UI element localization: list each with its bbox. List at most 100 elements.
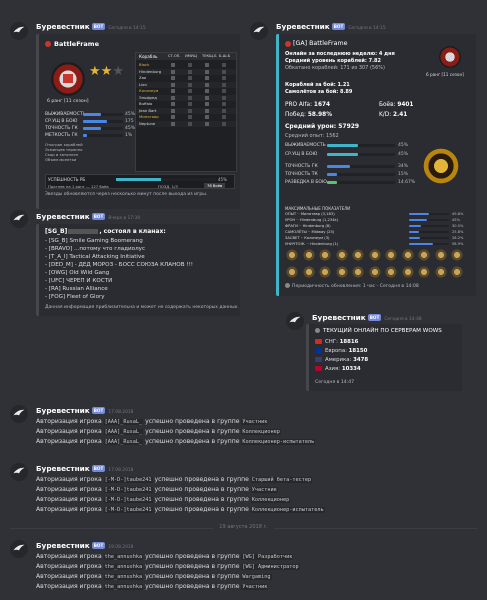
bot-name[interactable]: Буревестник BOT 17.08.2018 [36,464,133,473]
bot-avatar[interactable] [286,312,304,330]
timestamp: Сегодня в 14:15 [108,26,146,31]
bot-name[interactable]: Буревестник BOT 19.08.2018 [36,541,133,550]
achievement-icon [384,248,398,262]
bot-avatar[interactable] [10,210,28,228]
table-cell-mark [222,95,226,100]
table-row: Lion [136,81,236,88]
bot-badge: BOT [91,407,106,414]
bot-avatar[interactable] [250,22,268,40]
clan-item: - [BRAVO] ...потому что гладиолус [45,246,146,252]
ship-name: Zao [139,75,147,80]
auth-line: Авторизация игрока the_annushka успешно … [36,583,269,590]
emblem-center [63,74,73,83]
max-bar-fill [409,213,429,215]
success-panel: УСПЕШНОСТЬ РБ 45% Прогнев на 1 ранг — 12… [45,174,235,189]
player-name: [GA] BattleFrame [293,40,348,47]
group-name: Участник [250,487,278,493]
table-cell-mark [205,76,209,80]
table-cell-mark [188,69,192,74]
max-row: ЗАСВЕТ ·· Колизеум (3) [285,236,330,240]
stat-bar [327,165,395,168]
stat-bar [83,127,123,130]
qual-label: ПОЗД. 1/3 [158,184,178,189]
max-pct: 28.2% [452,236,464,240]
stat-bar [327,181,395,184]
table-cell-mark [222,63,226,67]
table-cell-mark [171,102,175,106]
bot-name[interactable]: Буревестник BOT Сегодня в 14:15 [36,22,146,31]
stat-bar [83,113,123,116]
achievement-icon [384,265,398,279]
clans-embed: [SG_B], состоял в кланах: - [SG_B] Smile… [36,224,240,316]
auth-prefix: Авторизация игрока [36,583,104,590]
info-line: Онлайн за последнюю неделю: 4 дня [285,51,395,57]
player-name: [AAA]_RusaL_ [103,419,144,425]
info-line: Самолётов за бой: 8.89 [285,89,353,95]
rank-stars-icon: ★★★ [89,64,124,79]
max-bar [409,213,449,215]
max-pct: 25.8% [452,230,464,234]
bot-name[interactable]: Буревестник BOT Вчера в 17:30 [36,212,140,221]
commander-medal-icon [419,144,463,188]
ship-name: Минотавр [139,114,159,119]
auth-prefix: Авторизация игрока [36,506,104,513]
auth-mid: успешно проведена в группе [143,553,242,560]
server-online: 18150 [348,348,368,354]
achievement-icon [285,265,299,279]
table-cell-mark [222,82,226,87]
max-pct: 30.5% [452,224,464,228]
table-cell-mark [188,63,192,67]
table-cell-mark [171,76,175,80]
table-row: Zao [136,75,236,81]
bot-avatar[interactable] [10,540,28,558]
auth-mid: успешно проведена в группе [143,438,242,445]
auth-mid: успешно проведена в группе [143,428,242,435]
max-row: УРОН ·· Hindenburg (1,234k) [285,218,339,222]
discord-page: Буревестник BOT Сегодня в 14:15 BattleFram… [0,0,487,600]
group-name: Участник [241,584,269,590]
table-cell-mark [222,76,226,80]
achievement-icon [400,265,415,279]
table-cell-mark [188,121,192,126]
max-row: ОПЫТ ·· Минотавр (3,183) [285,212,335,216]
stat-label: ВЫЖИВАЕМОСТЬ [45,112,86,117]
achievement-icon [334,265,349,279]
progress-label: Прогнев на 1 ранг — 127 боёв [48,184,109,189]
clan-item: - [T_A_I] Tactical Attacking Initiative [45,254,145,260]
table-cell-mark [171,95,175,100]
bot-badge: BOT [91,465,106,472]
bot-name[interactable]: Буревестник BOT 17.08.2018 [36,406,133,415]
achievement-icon [400,248,415,262]
clan-item: - [FOG] Fleet of Glory [45,294,105,300]
stat-label: МЕТКОСТЬ ГК [45,133,78,138]
bird-icon [13,409,25,416]
bot-avatar[interactable] [10,22,28,40]
table-cell-mark [222,89,226,93]
clan-item: - [DED_M] - ДЕД МОРОЗ - БОСС СОЮЗА КЛАНО… [45,262,194,268]
flag-icon [315,357,322,362]
table-cell-mark [171,115,175,119]
bot-badge: BOT [367,314,382,321]
max-row: САМОЛЁТЫ ·· Midway (25) [285,230,335,234]
table-cell-mark [205,121,209,126]
stat-label: ТОЧНОСТЬ ГК [285,164,318,169]
table-cell-mark [171,108,175,113]
bot-avatar[interactable] [10,405,28,423]
table-cell-mark [171,69,175,74]
table-cell-mark [205,102,209,106]
stat-bar-fill [327,153,358,156]
bot-avatar[interactable] [10,463,28,481]
table-cell-mark [171,63,175,67]
stat-value: 45% [398,143,409,148]
bot-name[interactable]: Буревестник BOT Сегодня в 14:15 [276,22,386,31]
table-cell-mark [205,63,209,67]
server-row: Америка: 3478 [315,357,368,363]
info-line: Кораблей за бой: 1.21 [285,82,350,88]
player-name: [AAA]_RusaL_ [103,439,144,445]
max-bar [409,243,449,245]
bot-name[interactable]: Буревестник BOT Сегодня в 14:48 [312,313,422,322]
group-name: Коллекционер [250,497,291,503]
stat-value: 34% [398,164,409,169]
stat-label: РАЗВЕДКА В БОЮ [285,180,327,185]
ship-name: Колизеум [139,88,159,93]
